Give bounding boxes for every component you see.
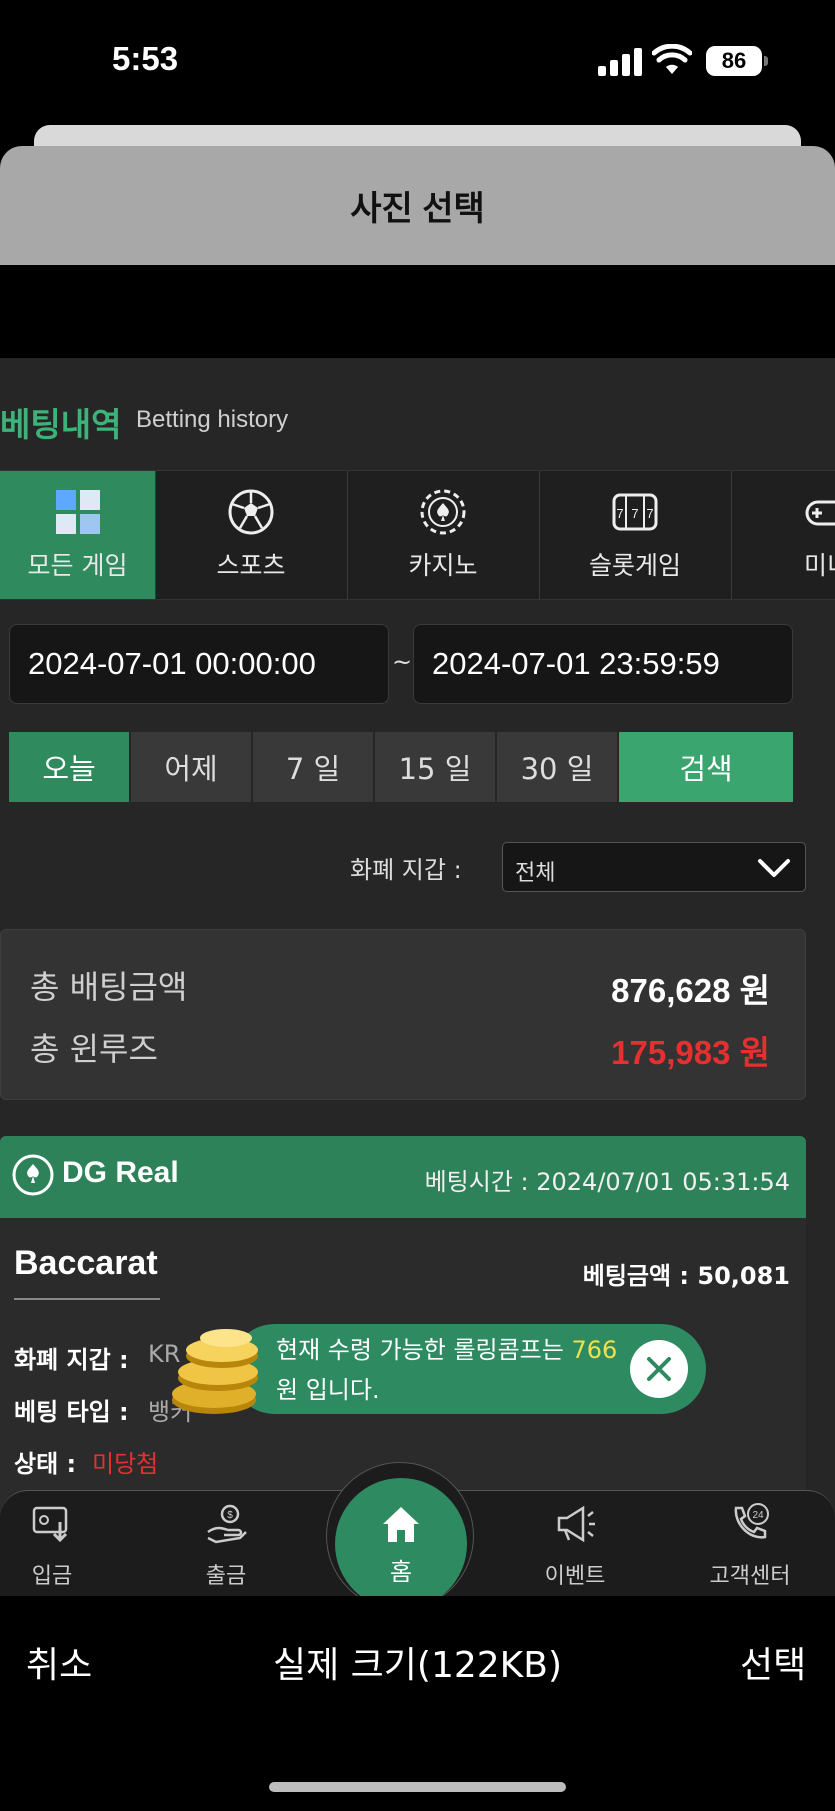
actual-size-toggle[interactable]: 실제 크기(122KB) [0, 1636, 835, 1688]
nav-withdraw[interactable]: $ 출금 [166, 1502, 286, 1590]
date-to-field[interactable]: 2024-07-01 23:59:59 [413, 624, 793, 704]
status-value: 미당첨 [92, 1450, 159, 1478]
home-indicator[interactable] [269, 1782, 566, 1792]
wifi-icon [652, 44, 692, 74]
tab-casino[interactable]: 카지노 [347, 471, 540, 599]
wallet-row-label: 화폐 지갑 : [14, 1346, 129, 1374]
tab-label: 스포츠 [216, 551, 286, 580]
home-icon [383, 1506, 419, 1542]
nav-label: 입금 [31, 1564, 73, 1589]
bet-type-label: 베팅 타입 : [14, 1398, 129, 1426]
gold-coins-icon [172, 1329, 258, 1414]
search-button[interactable]: 검색 [619, 732, 793, 802]
svg-text:7: 7 [646, 506, 653, 521]
nav-label: 홈 [389, 1557, 413, 1586]
page-subtitle: Betting history [136, 406, 289, 433]
range-yesterday-button[interactable]: 어제 [131, 732, 251, 802]
bet-provider: DG Real [62, 1156, 179, 1189]
close-icon [647, 1357, 671, 1381]
tab-all-games[interactable]: 모든 게임 [0, 471, 156, 599]
gamepad-icon [805, 500, 835, 526]
toast-line1: 현재 수령 가능한 롤링콤프는 [276, 1336, 572, 1364]
nav-support[interactable]: 24 고객센터 [690, 1502, 810, 1590]
game-category-tabs: 모든 게임 스포츠 카지노 7 7 7 슬롯게임 미니 [0, 470, 835, 600]
range-today-button[interactable]: 오늘 [9, 732, 129, 802]
grid-cubes-icon [55, 490, 100, 534]
total-bet-value: 876,628 원 [611, 972, 770, 1009]
status-time: 5:53 [112, 40, 179, 77]
support-24-icon: 24 [734, 1503, 769, 1539]
tab-label: 미니 [803, 551, 835, 580]
toast-message: 현재 수령 가능한 롤링콤프는 766 원 입니다. [276, 1330, 617, 1410]
nav-label: 고객센터 [709, 1564, 791, 1589]
wallet-select-value: 전체 [515, 861, 556, 886]
bet-amount: 베팅금액 : 50,081 [582, 1262, 790, 1290]
toast-amount: 766 [571, 1336, 618, 1364]
svg-text:$: $ [227, 1510, 233, 1521]
range-7days-button[interactable]: 7 일 [253, 732, 373, 802]
poker-chip-icon [420, 489, 466, 535]
nav-deposit[interactable]: 입금 [0, 1502, 112, 1590]
tab-slots[interactable]: 7 7 7 슬롯게임 [539, 471, 732, 599]
status-label: 상태 : [14, 1450, 77, 1478]
battery-icon: 86 [706, 46, 768, 76]
nav-label: 이벤트 [544, 1564, 606, 1589]
total-winloss-label: 총 윈루즈 [30, 1030, 158, 1068]
nav-events[interactable]: 이벤트 [515, 1502, 635, 1590]
toast-line2: 원 입니다. [276, 1376, 380, 1404]
date-range-separator: ~ [392, 648, 413, 676]
nav-home[interactable]: 홈 [335, 1478, 467, 1610]
deposit-icon [32, 1506, 68, 1543]
tab-sports[interactable]: 스포츠 [155, 471, 348, 599]
total-bet-label: 총 배팅금액 [30, 968, 188, 1006]
page-title: 베팅내역 [0, 405, 122, 444]
wallet-select[interactable]: 전체 [502, 842, 806, 892]
select-button[interactable]: 선택 [740, 1636, 806, 1688]
chevron-down-icon [758, 859, 790, 877]
poker-chip-icon [12, 1154, 54, 1196]
tab-label: 슬롯게임 [588, 551, 681, 580]
game-name: Baccarat [14, 1244, 158, 1282]
cellular-signal-icon [598, 48, 642, 76]
svg-text:7: 7 [631, 506, 638, 521]
soccer-ball-icon [228, 489, 274, 535]
range-30days-button[interactable]: 30 일 [497, 732, 617, 802]
cancel-button[interactable]: 취소 [26, 1636, 92, 1688]
date-from-field[interactable]: 2024-07-01 00:00:00 [9, 624, 389, 704]
slot-777-icon: 7 7 7 [612, 493, 658, 531]
wallet-label: 화폐 지갑 : [350, 856, 462, 884]
tab-label: 카지노 [408, 551, 478, 580]
bet-time: 베팅시간 : 2024/07/01 05:31:54 [424, 1168, 790, 1196]
divider [14, 1298, 160, 1300]
svg-text:24: 24 [752, 1510, 764, 1521]
total-winloss-value: 175,983 원 [611, 1034, 770, 1071]
toast-close-button[interactable] [630, 1340, 688, 1398]
megaphone-icon [557, 1505, 595, 1543]
sheet-title: 사진 선택 [350, 190, 485, 228]
svg-text:7: 7 [616, 506, 623, 521]
betting-summary [0, 929, 806, 1100]
nav-label: 출금 [205, 1564, 247, 1589]
tab-mini[interactable]: 미니 [731, 471, 835, 599]
photo-picker-toolbar [0, 1596, 835, 1811]
tab-label: 모든 게임 [27, 551, 128, 580]
range-15days-button[interactable]: 15 일 [375, 732, 495, 802]
withdraw-icon: $ [207, 1504, 247, 1544]
